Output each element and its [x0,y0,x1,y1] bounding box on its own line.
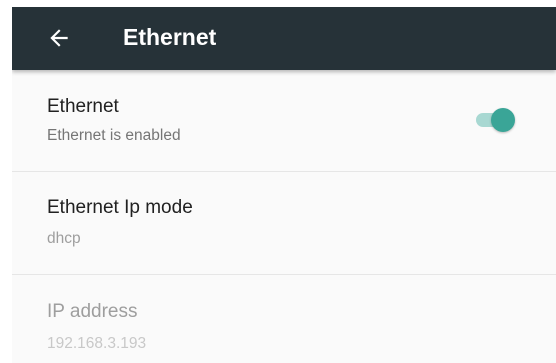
page-title: Ethernet [123,24,217,50]
ethernet-title: Ethernet [47,96,119,117]
settings-screen: Ethernet Ethernet Ethernet is enabled Et… [12,7,556,363]
ethernet-summary: Ethernet is enabled [47,127,181,144]
app-toolbar: Ethernet [12,7,556,70]
ip-mode-summary: dhcp [47,230,81,247]
switch-thumb [491,108,515,132]
ip-address-row: IP address 192.168.3.193 [12,275,556,363]
ip-address-title: IP address [47,301,138,322]
ethernet-toggle-row[interactable]: Ethernet Ethernet is enabled [12,70,556,172]
arrow-left-icon[interactable] [46,25,72,51]
ip-mode-title: Ethernet Ip mode [47,197,193,218]
ip-mode-row[interactable]: Ethernet Ip mode dhcp [12,172,556,275]
settings-list: Ethernet Ethernet is enabled Ethernet Ip… [12,70,556,363]
ethernet-switch[interactable] [474,108,518,132]
ip-address-summary: 192.168.3.193 [47,335,147,352]
